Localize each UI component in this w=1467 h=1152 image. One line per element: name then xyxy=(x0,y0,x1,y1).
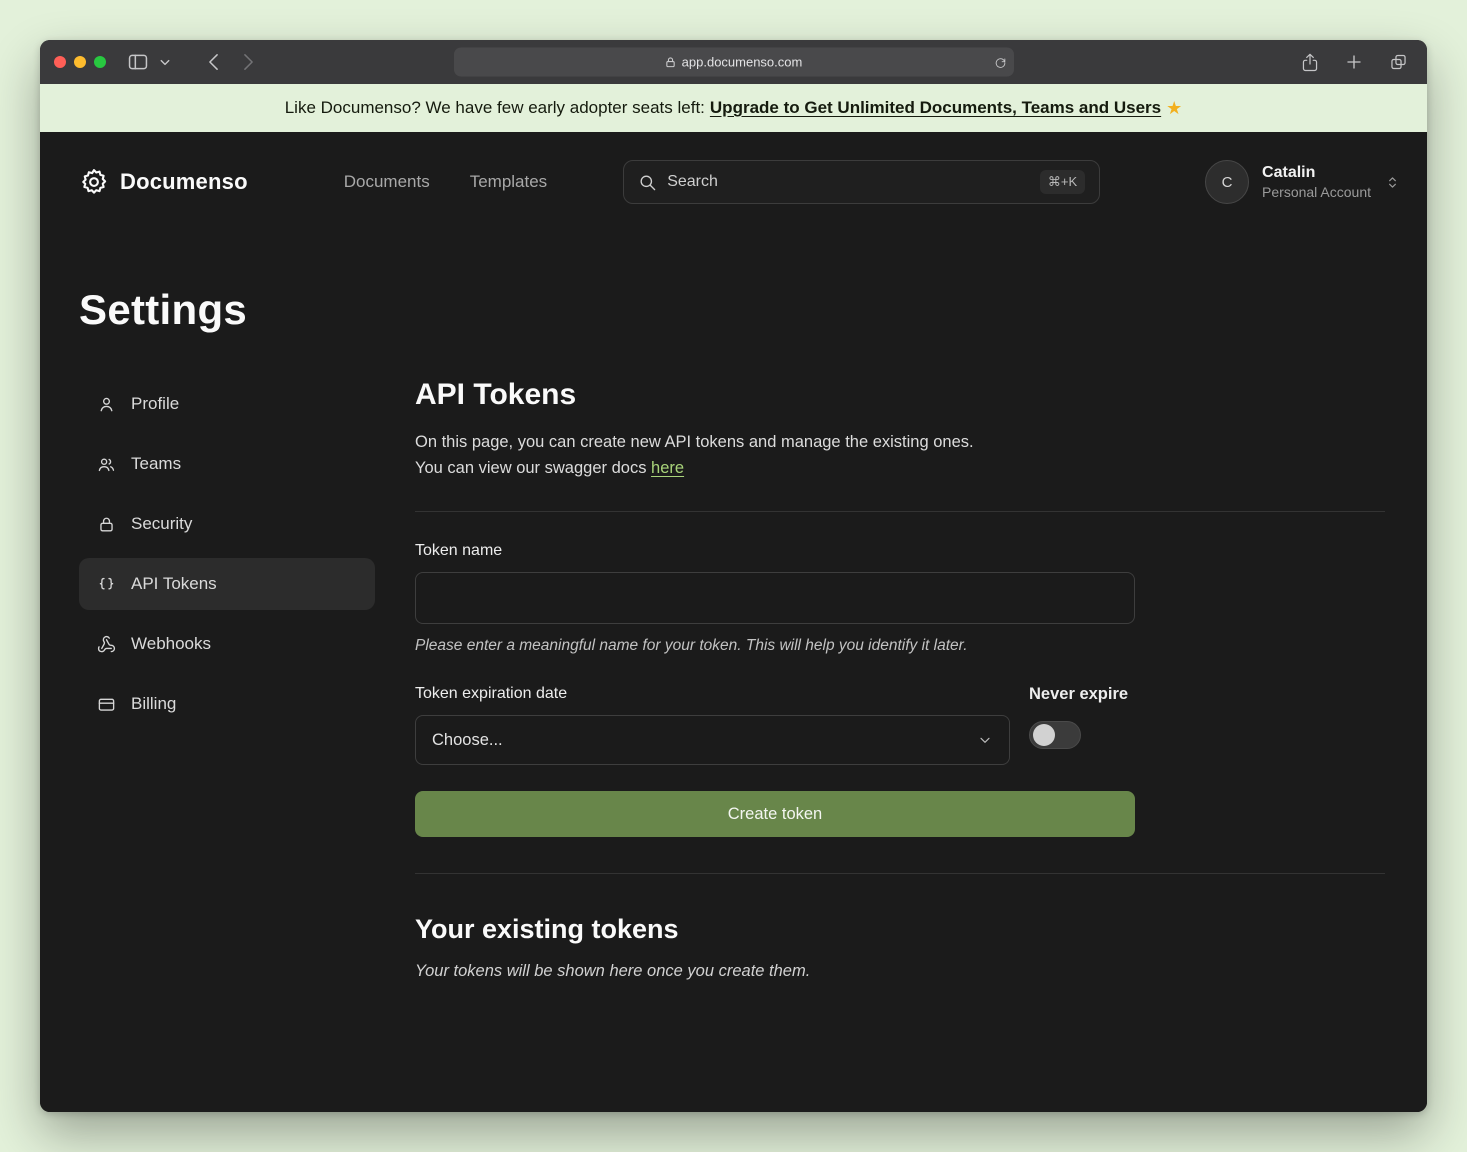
search-shortcut-badge: ⌘+K xyxy=(1040,170,1085,194)
search-box[interactable]: ⌘+K xyxy=(623,160,1100,204)
token-name-hint: Please enter a meaningful name for your … xyxy=(415,637,1135,655)
sidebar-item-security[interactable]: Security xyxy=(79,498,375,550)
account-text: Catalin Personal Account xyxy=(1262,164,1371,200)
sidebar-item-label: Teams xyxy=(131,454,181,474)
token-name-input[interactable] xyxy=(415,572,1135,624)
documenso-app: Documenso Documents Templates ⌘+K C xyxy=(40,132,1427,1112)
top-nav: Documents Templates xyxy=(344,172,547,192)
brand[interactable]: Documenso xyxy=(79,167,248,197)
lock-icon xyxy=(665,56,676,68)
forward-button[interactable] xyxy=(237,48,260,76)
desktop-background: app.documenso.com Like Documenso? We hav xyxy=(0,0,1467,1152)
never-expire-label: Never expire xyxy=(1029,685,1128,704)
expiration-selected-value: Choose... xyxy=(432,731,503,750)
account-type: Personal Account xyxy=(1262,184,1371,200)
sidebar-item-teams[interactable]: Teams xyxy=(79,438,375,490)
create-token-button[interactable]: Create token xyxy=(415,791,1135,837)
app-header: Documenso Documents Templates ⌘+K C xyxy=(40,132,1427,232)
back-button[interactable] xyxy=(202,48,225,76)
avatar: C xyxy=(1205,160,1249,204)
sidebar-toggle-icon[interactable] xyxy=(122,48,154,76)
lock-icon xyxy=(97,515,116,534)
chevrons-up-down-icon xyxy=(1384,174,1401,191)
divider xyxy=(415,873,1385,874)
api-tokens-panel: API Tokens On this page, you can create … xyxy=(415,378,1385,1112)
reload-icon[interactable] xyxy=(994,56,1007,69)
share-icon[interactable] xyxy=(1296,48,1324,76)
browser-window: app.documenso.com Like Documenso? We hav xyxy=(40,40,1427,1112)
sidebar-item-label: API Tokens xyxy=(131,574,217,594)
user-icon xyxy=(97,395,116,414)
new-tab-icon[interactable] xyxy=(1340,48,1368,76)
section-description: On this page, you can create new API tok… xyxy=(415,430,1385,481)
divider xyxy=(415,511,1385,512)
credit-card-icon xyxy=(97,695,116,714)
address-bar[interactable]: app.documenso.com xyxy=(454,48,1014,77)
sidebar-item-webhooks[interactable]: Webhooks xyxy=(79,618,375,670)
sidebar-item-label: Security xyxy=(131,514,192,534)
minimize-window-button[interactable] xyxy=(74,56,86,68)
tab-overview-icon[interactable] xyxy=(1384,48,1413,76)
settings-nav: Profile Teams Security xyxy=(79,378,375,1112)
sidebar-item-profile[interactable]: Profile xyxy=(79,378,375,430)
banner-upgrade-link[interactable]: Upgrade to Get Unlimited Documents, Team… xyxy=(710,98,1161,118)
users-icon xyxy=(97,455,116,474)
traffic-lights xyxy=(54,56,106,68)
existing-tokens-heading: Your existing tokens xyxy=(415,914,1385,945)
existing-tokens-empty-text: Your tokens will be shown here once you … xyxy=(415,962,1385,981)
documenso-logo-icon xyxy=(79,167,109,197)
create-token-form: Token name Please enter a meaningful nam… xyxy=(415,542,1135,837)
account-name: Catalin xyxy=(1262,164,1371,182)
swagger-docs-link[interactable]: here xyxy=(651,459,684,477)
brand-name: Documenso xyxy=(120,169,248,195)
star-icon: ★ xyxy=(1166,98,1182,119)
chevron-down-icon xyxy=(977,732,993,748)
toggle-knob xyxy=(1033,724,1055,746)
expiration-label: Token expiration date xyxy=(415,685,1010,703)
sidebar-chevron-down-icon[interactable] xyxy=(154,48,176,76)
sidebar-item-label: Profile xyxy=(131,394,179,414)
token-name-label: Token name xyxy=(415,542,1135,560)
expiration-select[interactable]: Choose... xyxy=(415,715,1010,765)
existing-tokens-section: Your existing tokens Your tokens will be… xyxy=(415,914,1385,981)
banner-text: Like Documenso? We have few early adopte… xyxy=(285,98,705,118)
sidebar-item-label: Billing xyxy=(131,694,176,714)
search-icon xyxy=(638,173,657,192)
browser-toolbar: app.documenso.com xyxy=(40,40,1427,84)
zoom-window-button[interactable] xyxy=(94,56,106,68)
nav-documents[interactable]: Documents xyxy=(344,172,430,192)
never-expire-toggle[interactable] xyxy=(1029,721,1081,749)
nav-templates[interactable]: Templates xyxy=(470,172,547,192)
page-title: Settings xyxy=(79,286,1427,334)
webhook-icon xyxy=(97,635,116,654)
braces-icon xyxy=(97,575,116,594)
search-input[interactable] xyxy=(667,173,1030,191)
account-menu[interactable]: C Catalin Personal Account xyxy=(1205,160,1401,204)
url-text: app.documenso.com xyxy=(682,55,803,70)
close-window-button[interactable] xyxy=(54,56,66,68)
section-heading: API Tokens xyxy=(415,378,1385,412)
sidebar-item-api-tokens[interactable]: API Tokens xyxy=(79,558,375,610)
sidebar-item-label: Webhooks xyxy=(131,634,211,654)
sidebar-item-billing[interactable]: Billing xyxy=(79,678,375,730)
promo-banner: Like Documenso? We have few early adopte… xyxy=(40,84,1427,132)
